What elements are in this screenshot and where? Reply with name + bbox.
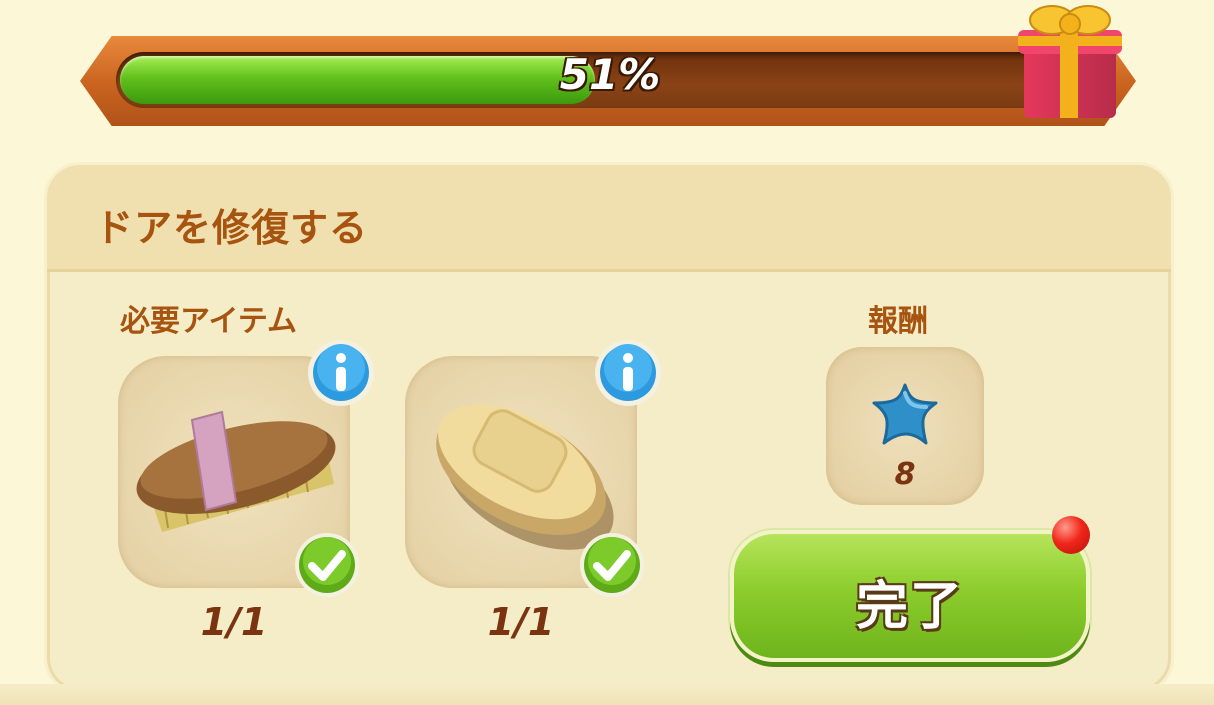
reward-amount: 8 (894, 457, 916, 492)
bottom-strip (0, 684, 1214, 705)
task-panel-header: ドアを修復する (47, 165, 1171, 272)
gift-box-icon[interactable] (1014, 0, 1124, 124)
required-item-brush[interactable] (118, 340, 374, 597)
item-count-soap: 1/1 (487, 600, 555, 644)
complete-button-label: 完了 (855, 577, 964, 637)
required-item-soap[interactable] (405, 340, 661, 597)
task-title: ドアを修復する (95, 206, 369, 250)
info-icon[interactable] (306, 338, 376, 408)
reward-label: 報酬 (868, 304, 928, 339)
info-icon[interactable] (593, 338, 663, 408)
required-items-label: 必要アイテム (120, 304, 297, 339)
item-count-brush: 1/1 (200, 600, 268, 644)
progress-percent: 51% (559, 50, 661, 99)
complete-button[interactable]: 完了 (730, 530, 1090, 662)
checkmark-icon (295, 533, 359, 597)
notification-dot (1052, 516, 1090, 554)
checkmark-icon (580, 533, 644, 597)
blue-star-icon (872, 383, 938, 445)
reward-tile: 8 (826, 347, 984, 505)
